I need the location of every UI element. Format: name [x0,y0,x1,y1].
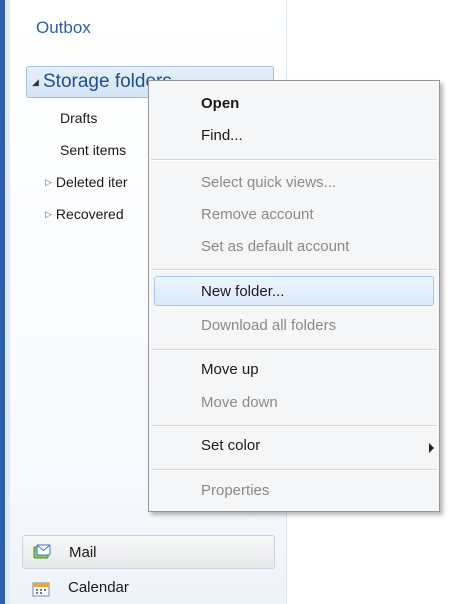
menu-item-find[interactable]: Find... [201,127,243,144]
triangle-right-icon[interactable]: ▷ [45,177,52,187]
menu-separator [151,269,437,271]
folder-sent-items-label: Sent items [60,142,127,158]
menu-item-properties: Properties [201,482,270,499]
menu-separator [151,159,437,161]
nav-mail-label: Mail [69,544,97,561]
folder-drafts-label: Drafts [60,110,98,126]
menu-item-remove-account: Remove account [201,206,314,223]
nav-calendar-button[interactable]: Calendar [22,573,275,603]
folder-drafts[interactable]: Drafts [60,110,97,126]
menu-item-new-folder[interactable]: New folder... [201,283,284,300]
menu-item-move-up[interactable]: Move up [201,361,259,378]
folder-deleted-items-label: Deleted iter [55,174,128,190]
calendar-icon [32,582,50,597]
folder-sent-items[interactable]: Sent items [60,142,126,158]
menu-separator [151,469,437,471]
nav-mail-button[interactable]: Mail [22,535,275,569]
triangle-down-icon[interactable]: ◢ [32,78,39,88]
menu-item-download-all-folders: Download all folders [201,317,337,334]
menu-separator [151,349,437,351]
menu-item-highlight [154,276,434,306]
folder-recovered-items-label: Recovered [55,206,124,222]
triangle-right-icon[interactable]: ▷ [45,209,52,219]
menu-separator [151,425,437,427]
folder-deleted-items[interactable]: ▷ Deleted iter [45,174,128,190]
chevron-right-icon [429,443,434,453]
menu-item-move-down: Move down [201,394,278,411]
mail-icon [33,544,51,559]
menu-item-set-default-account: Set as default account [201,238,350,255]
folder-outbox[interactable]: Outbox [36,18,91,38]
menu-item-set-color[interactable]: Set color [201,437,260,454]
menu-item-select-quick-views: Select quick views... [201,174,337,191]
context-menu: Open Find... Select quick views... Remov… [148,80,440,512]
menu-item-open[interactable]: Open [201,95,239,112]
nav-calendar-label: Calendar [68,579,129,596]
folder-recovered-items[interactable]: ▷ Recovered [45,206,124,222]
